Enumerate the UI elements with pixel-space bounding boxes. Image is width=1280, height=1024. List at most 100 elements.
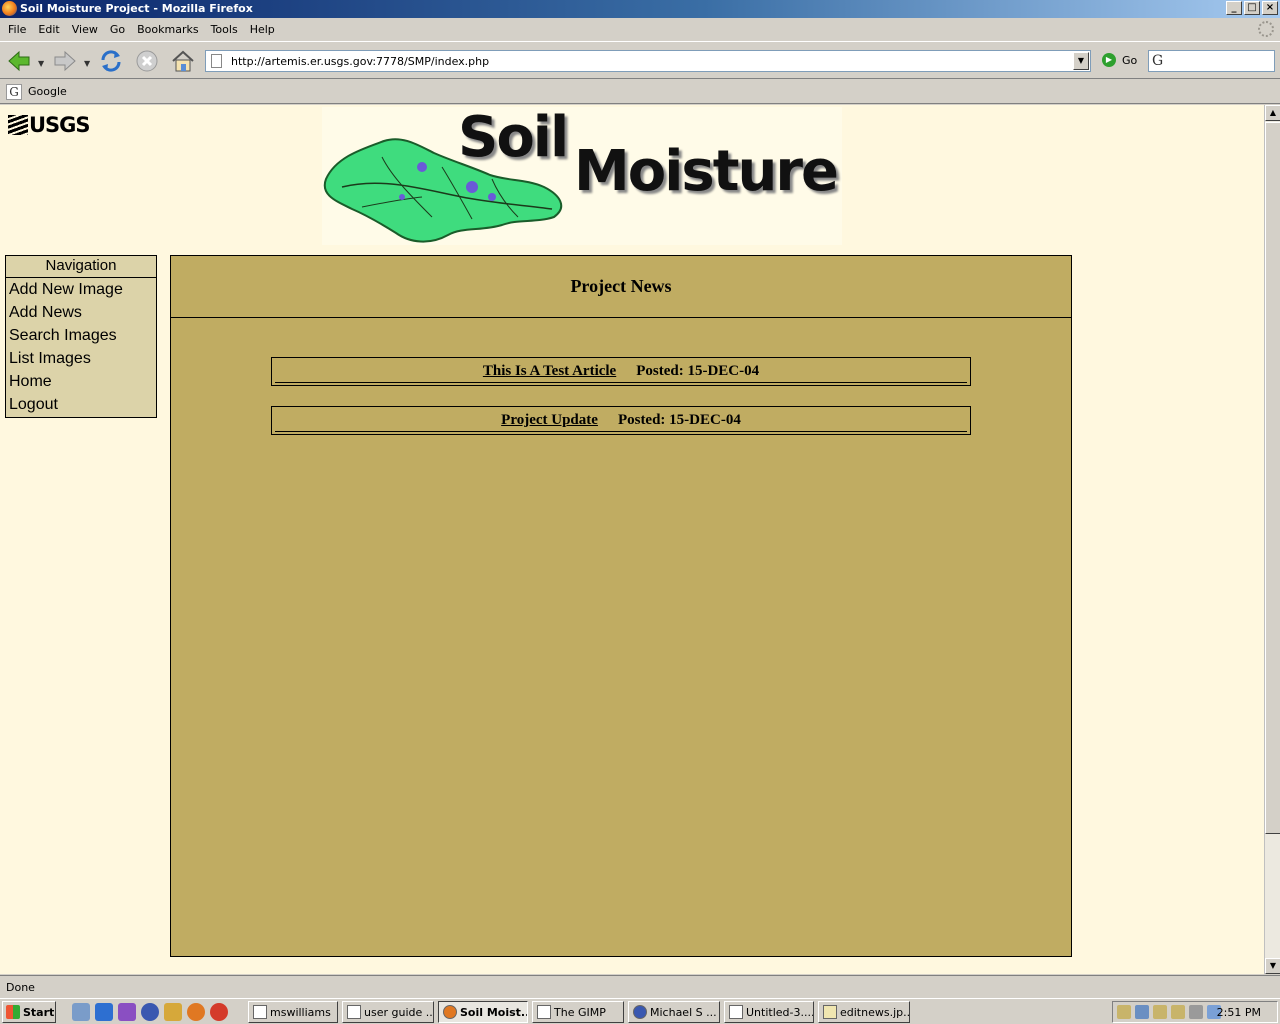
usgs-waves-icon <box>8 115 28 135</box>
reload-icon[interactable] <box>98 48 124 74</box>
taskbar-item-label: Soil Moist... <box>460 1005 528 1019</box>
taskbar: Start mswilliams user guide ... Soil Moi… <box>0 998 1280 1024</box>
menu-bookmarks[interactable]: Bookmarks <box>131 23 204 36</box>
folder-search-icon <box>253 1005 267 1019</box>
nav-link-logout[interactable]: Logout <box>6 393 156 416</box>
firefox-icon <box>2 1 17 16</box>
windows-flag-icon <box>6 1005 20 1019</box>
taskbar-item-label: editnews.jp... <box>840 1005 910 1019</box>
taskbar-item[interactable]: Michael S ... <box>628 1001 720 1023</box>
firefox-quicklaunch-icon[interactable] <box>187 1003 205 1021</box>
page-icon <box>211 54 222 68</box>
taskbar-item-label: The GIMP <box>554 1005 606 1019</box>
bookmark-google[interactable]: Google <box>28 85 67 98</box>
scroll-down-arrow-icon[interactable]: ▼ <box>1265 958 1280 974</box>
menu-view[interactable]: View <box>66 23 104 36</box>
banner-title-soil: Soil <box>458 105 569 170</box>
start-button[interactable]: Start <box>2 1001 56 1023</box>
window-titlebar: Soil Moisture Project - Mozilla Firefox … <box>0 0 1280 18</box>
banner-title-moisture: Moisture <box>574 139 839 204</box>
gimp-icon <box>537 1005 551 1019</box>
back-dropdown-icon[interactable]: ▼ <box>38 59 44 68</box>
internet-explorer-icon[interactable] <box>95 1003 113 1021</box>
taskbar-item-active[interactable]: Soil Moist... <box>438 1001 528 1023</box>
tray-icon[interactable] <box>1117 1005 1131 1019</box>
article-link-test-article[interactable]: This Is A Test Article <box>483 363 616 379</box>
status-text: Done <box>6 981 35 994</box>
back-button[interactable] <box>6 48 32 74</box>
status-bar: Done <box>0 975 1280 997</box>
taskbar-item[interactable]: The GIMP <box>532 1001 624 1023</box>
tray-icon[interactable] <box>1153 1005 1167 1019</box>
stop-icon[interactable] <box>134 48 160 74</box>
show-desktop-icon[interactable] <box>72 1003 90 1021</box>
navigation-box: Navigation Add New Image Add News Search… <box>5 255 157 418</box>
menu-file[interactable]: File <box>2 23 32 36</box>
minimize-button[interactable]: _ <box>1226 1 1242 15</box>
address-input[interactable]: http://artemis.er.usgs.gov:7778/SMP/inde… <box>231 55 489 68</box>
bookmarks-toolbar: G Google <box>0 80 1280 104</box>
usgs-logo[interactable]: USGS <box>8 113 91 137</box>
quicklaunch-app-icon[interactable] <box>118 1003 136 1021</box>
nav-link-add-news[interactable]: Add News <box>6 301 156 324</box>
menu-go[interactable]: Go <box>104 23 131 36</box>
go-arrow-icon: ▶ <box>1102 53 1116 67</box>
start-label: Start <box>23 1005 55 1019</box>
network-icon[interactable] <box>1135 1005 1149 1019</box>
nav-link-add-new-image[interactable]: Add New Image <box>6 278 156 301</box>
tray-icon[interactable] <box>1171 1005 1185 1019</box>
navigation-heading: Navigation <box>6 256 156 278</box>
menu-tools[interactable]: Tools <box>205 23 244 36</box>
menu-help[interactable]: Help <box>244 23 281 36</box>
news-article: This Is A Test Article Posted: 15-DEC-04 <box>271 357 971 386</box>
address-bar[interactable]: http://artemis.er.usgs.gov:7778/SMP/inde… <box>205 50 1091 72</box>
go-button[interactable]: ▶ Go <box>1102 53 1137 67</box>
article-link-project-update[interactable]: Project Update <box>501 412 598 428</box>
menu-edit[interactable]: Edit <box>32 23 65 36</box>
close-button[interactable]: × <box>1262 1 1278 15</box>
taskbar-item-label: Michael S ... <box>650 1005 717 1019</box>
window-title: Soil Moisture Project - Mozilla Firefox <box>20 2 253 15</box>
nav-link-home[interactable]: Home <box>6 370 156 393</box>
taskbar-item[interactable]: Untitled-3.... <box>724 1001 814 1023</box>
word-document-icon <box>347 1005 361 1019</box>
taskbar-item[interactable]: user guide ... <box>342 1001 434 1023</box>
google-icon: G <box>6 83 22 100</box>
volume-icon[interactable] <box>1189 1005 1203 1019</box>
google-search-icon[interactable]: G <box>1152 53 1163 69</box>
quicklaunch-app-icon[interactable] <box>210 1003 228 1021</box>
firefox-icon <box>443 1005 457 1019</box>
home-icon[interactable] <box>170 48 196 74</box>
image-file-icon <box>823 1005 837 1019</box>
forward-button[interactable] <box>52 48 78 74</box>
news-article: Project Update Posted: 15-DEC-04 <box>271 406 971 435</box>
taskbar-item[interactable]: editnews.jp... <box>818 1001 910 1023</box>
address-dropdown-icon[interactable]: ▼ <box>1073 52 1089 70</box>
article-posted-date: Posted: 15-DEC-04 <box>636 363 760 379</box>
quicklaunch-app-icon[interactable] <box>164 1003 182 1021</box>
forward-dropdown-icon[interactable]: ▼ <box>84 59 90 68</box>
taskbar-item[interactable]: mswilliams <box>248 1001 338 1023</box>
soil-moisture-banner: Soil Moisture <box>322 105 842 245</box>
navigation-toolbar: ▼ ▼ http://artemis.er.usgs.gov:7778/SMP/… <box>0 41 1280 79</box>
search-input[interactable]: G <box>1148 50 1275 72</box>
taskbar-clock[interactable]: 2:51 PM <box>1217 1006 1261 1019</box>
article-posted-date: Posted: 15-DEC-04 <box>617 412 741 428</box>
quicklaunch-app-icon[interactable] <box>141 1003 159 1021</box>
taskbar-item-label: Untitled-3.... <box>746 1005 814 1019</box>
window-controls: _ □ × <box>1226 1 1278 17</box>
system-tray: 2:51 PM <box>1112 1001 1278 1023</box>
taskbar-item-label: mswilliams <box>270 1005 331 1019</box>
scroll-thumb[interactable] <box>1265 122 1280 834</box>
document-icon <box>729 1005 743 1019</box>
messenger-icon <box>633 1005 647 1019</box>
menubar: File Edit View Go Bookmarks Tools Help <box>0 19 1280 40</box>
scroll-up-arrow-icon[interactable]: ▲ <box>1265 105 1280 121</box>
vertical-scrollbar[interactable]: ▲ ▼ <box>1264 105 1280 974</box>
nav-link-search-images[interactable]: Search Images <box>6 324 156 347</box>
nav-link-list-images[interactable]: List Images <box>6 347 156 370</box>
go-label: Go <box>1122 53 1138 67</box>
project-news-panel: Project News This Is A Test Article Poste… <box>170 255 1072 957</box>
maximize-button[interactable]: □ <box>1244 1 1260 15</box>
usgs-logo-text: USGS <box>29 113 91 137</box>
